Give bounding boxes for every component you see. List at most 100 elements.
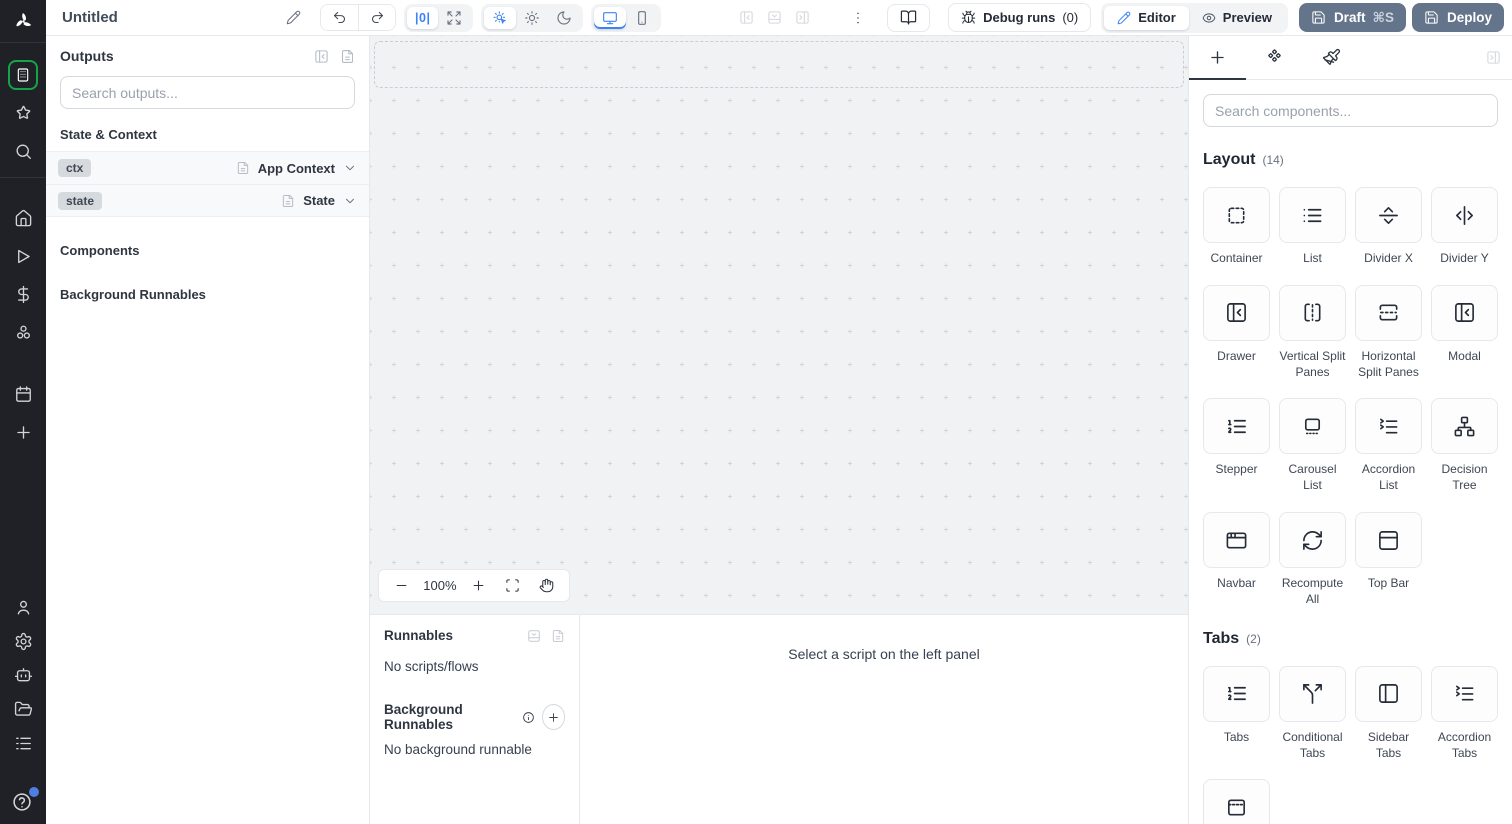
sidebar-item-schedules[interactable] (0, 375, 46, 413)
toggle-bottom-panel-button[interactable] (767, 10, 782, 25)
app-canvas[interactable]: 100% (370, 36, 1188, 614)
canvas-drop-zone[interactable] (374, 41, 1184, 88)
horizontal-split-icon (1377, 301, 1400, 324)
panel-right-close-icon (795, 10, 810, 25)
component-stepper[interactable] (1203, 398, 1270, 455)
component-divider-y[interactable] (1431, 187, 1498, 243)
component-container[interactable] (1203, 187, 1270, 243)
ctx-row-right: App Context (236, 161, 357, 176)
collapse-right-panel-button[interactable] (1486, 50, 1501, 65)
centered-width-button[interactable]: |0| (407, 6, 439, 29)
add-background-runnable-button[interactable] (542, 704, 565, 730)
sidebar-item-runs[interactable] (0, 237, 46, 275)
theme-dark-button[interactable] (548, 7, 580, 29)
outputs-panel: Outputs State & Context ctx App Context (46, 36, 370, 824)
component-vertical-split-panes[interactable] (1279, 284, 1346, 341)
component-divider-x[interactable] (1355, 187, 1422, 243)
components-search-input[interactable] (1203, 94, 1498, 127)
output-row-state[interactable]: state State (46, 184, 369, 217)
component-tabs[interactable] (1203, 665, 1270, 722)
desktop-view-button[interactable] (594, 6, 627, 29)
sidebar-item-search[interactable] (0, 132, 46, 170)
output-row-ctx[interactable]: ctx App Context (46, 151, 369, 184)
editor-mode-button[interactable]: Editor (1104, 5, 1189, 30)
component-drawer[interactable] (1203, 284, 1270, 341)
components-tab-insert[interactable] (1189, 36, 1246, 80)
component-sidebar-tabs[interactable] (1355, 665, 1422, 722)
component-list[interactable] (1279, 187, 1346, 243)
outputs-doc-button[interactable] (340, 49, 355, 64)
zoom-in-button[interactable] (467, 574, 491, 598)
preview-mode-button[interactable]: Preview (1189, 6, 1285, 30)
runnables-doc-button[interactable] (551, 629, 565, 643)
user-icon (14, 598, 33, 617)
undo-button[interactable] (321, 5, 358, 30)
width-toggle-group: |0| (404, 3, 474, 32)
components-tab-components[interactable] (1246, 36, 1303, 79)
component-component[interactable] (1203, 779, 1270, 824)
monitor-icon (602, 10, 618, 26)
component-accordion-tabs[interactable] (1431, 665, 1498, 722)
bot-icon (14, 666, 33, 685)
theme-auto-button[interactable] (484, 6, 517, 29)
sidebar-item-resources[interactable] (0, 313, 46, 351)
editor-mode-label: Editor (1138, 10, 1176, 25)
component-accordion-list[interactable] (1355, 398, 1422, 455)
gear-icon (14, 632, 33, 651)
deploy-button[interactable]: Deploy (1411, 3, 1504, 32)
redo-button[interactable] (358, 5, 395, 30)
sidebar-item-account[interactable] (0, 590, 46, 624)
draft-shortcut: ⌘S (1372, 9, 1394, 25)
save-draft-button[interactable]: Draft ⌘S (1298, 3, 1406, 32)
component-conditional-tabs[interactable] (1279, 665, 1346, 722)
toolbar-right-cluster: Debug runs (0) Editor Preview Draft ⌘S D… (850, 2, 1504, 33)
window-dashed-icon (1225, 796, 1248, 819)
state-expand-button[interactable] (343, 194, 357, 208)
component-modal[interactable] (1431, 284, 1498, 341)
collapse-outputs-button[interactable] (314, 49, 329, 64)
toggle-left-panel-button[interactable] (739, 10, 754, 25)
theme-light-button[interactable] (516, 7, 548, 29)
debug-runs-button[interactable]: Debug runs (0) (948, 3, 1092, 32)
sidebar-item-menu[interactable] (0, 726, 46, 760)
component-carousel-list[interactable] (1279, 398, 1346, 455)
sidebar-item-apps[interactable] (0, 56, 46, 94)
windmill-logo[interactable] (0, 0, 46, 43)
component-recompute-all[interactable] (1279, 512, 1346, 569)
sidebar-item-folders[interactable] (0, 692, 46, 726)
file-text-icon (281, 194, 295, 208)
component-section-layout: Layout (14) Container List Divider X Divider … (1203, 151, 1498, 608)
section-title: Tabs (1203, 629, 1240, 647)
fit-view-button[interactable] (501, 574, 525, 598)
collapse-runnables-button[interactable] (527, 629, 541, 643)
component-horizontal-split-panes[interactable] (1355, 284, 1422, 341)
pan-tool-button[interactable] (535, 574, 559, 598)
expand-canvas-button[interactable] (438, 7, 470, 29)
docs-button[interactable] (887, 3, 931, 32)
file-text-icon (340, 49, 355, 64)
help-button[interactable] (11, 787, 39, 814)
edit-title-icon[interactable] (286, 10, 301, 25)
section-title: Layout (1203, 151, 1256, 168)
canvas-zoom-toolbar: 100% (378, 569, 570, 602)
components-tab-theme[interactable] (1303, 36, 1360, 79)
smartphone-icon (634, 10, 650, 26)
component-navbar[interactable] (1203, 512, 1270, 569)
sidebar-item-home[interactable] (0, 199, 46, 237)
component-decision-tree[interactable] (1431, 398, 1498, 455)
runnables-empty-text: No scripts/flows (384, 659, 479, 674)
zoom-out-button[interactable] (389, 574, 413, 598)
sidebar-item-variables[interactable] (0, 275, 46, 313)
component-top-bar[interactable] (1355, 512, 1422, 569)
sidebar-item-settings[interactable] (0, 624, 46, 658)
more-menu-button[interactable] (850, 10, 866, 26)
sidebar-item-create[interactable] (0, 413, 46, 451)
sidebar-item-favorites[interactable] (0, 94, 46, 132)
toggle-right-panel-button[interactable] (795, 10, 810, 25)
ctx-expand-button[interactable] (343, 161, 357, 175)
mobile-view-button[interactable] (626, 7, 658, 29)
undo-icon (332, 10, 347, 25)
component-label: Vertical Split Panes (1279, 348, 1346, 379)
sidebar-item-workers[interactable] (0, 658, 46, 692)
outputs-search-input[interactable] (60, 76, 355, 109)
